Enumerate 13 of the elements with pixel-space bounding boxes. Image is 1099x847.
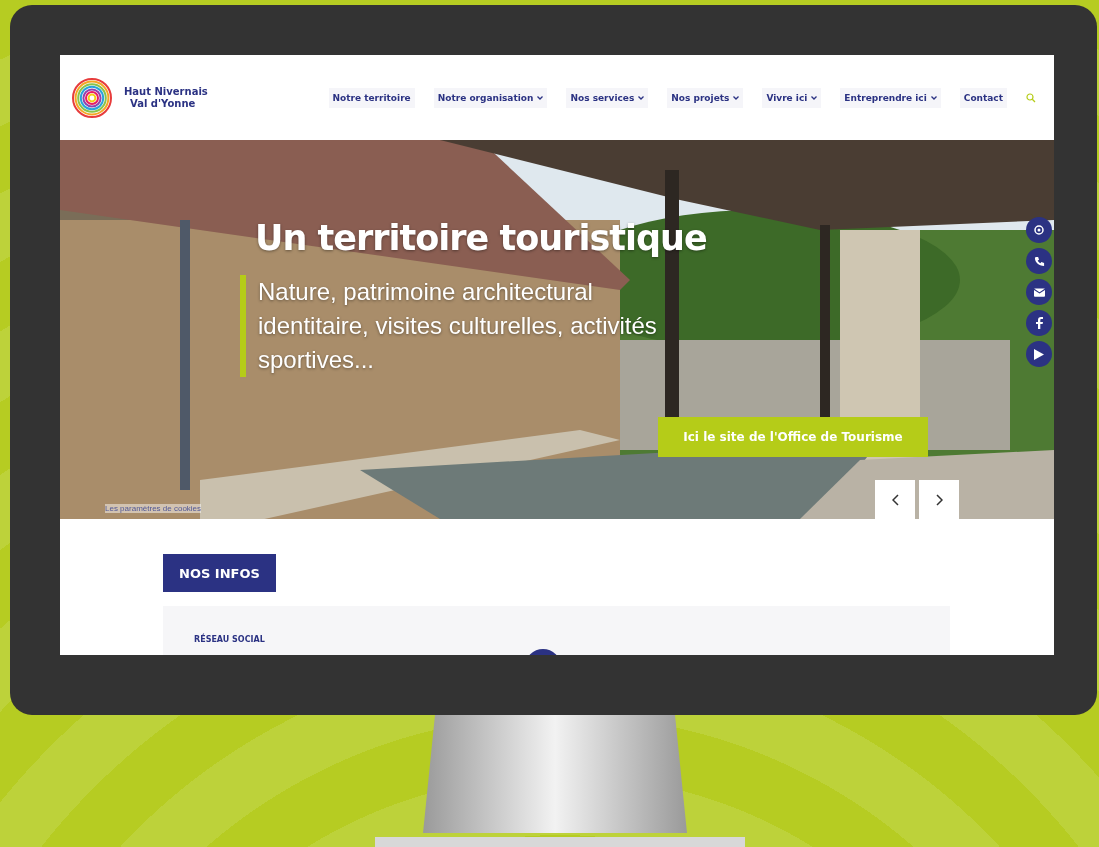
nav-item[interactable]: Notre organisation [433,87,548,108]
section-heading: NOS INFOS [163,554,276,592]
nav-item[interactable]: Nos services [566,87,649,108]
nav-item[interactable]: Notre territoire [328,87,415,108]
logo-text: Val d'Yonne [129,97,197,110]
cookie-settings-link[interactable]: Les paramètres de cookies [105,504,202,513]
nav-item[interactable]: Entreprendre ici [840,87,941,108]
nav-item[interactable]: Contact [959,87,1007,108]
card-label: RÉSEAU SOCIAL [194,635,265,644]
nav-item[interactable]: Vivre ici [762,87,822,108]
nav-item[interactable]: Nos projets [667,87,744,108]
logo-text: Haut Nivernais [124,85,208,98]
hero-title: Un territoire touristique [255,218,707,258]
